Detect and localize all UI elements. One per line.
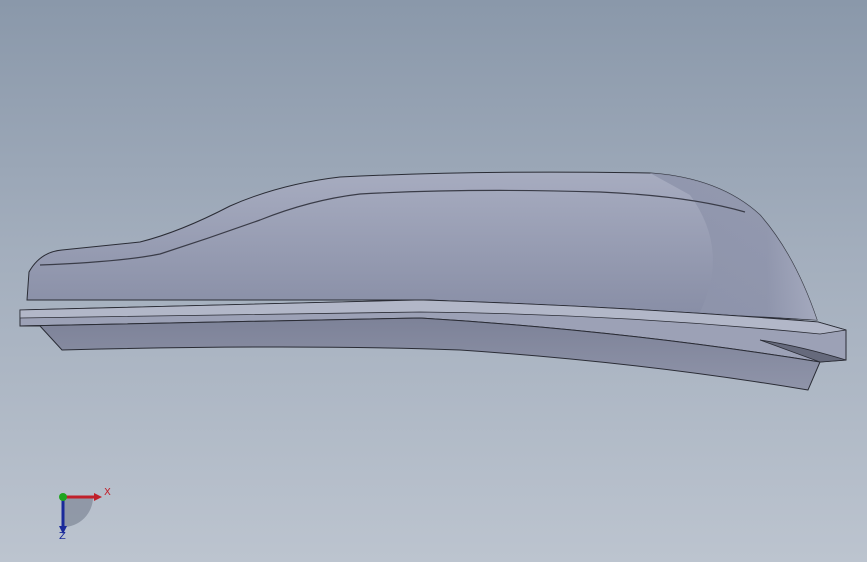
x-axis-label: X: [104, 487, 111, 498]
graphics-viewport[interactable]: X Z: [0, 0, 867, 562]
3d-part-model[interactable]: [0, 0, 867, 562]
z-axis-label: Z: [59, 531, 66, 542]
axis-triad: X Z: [50, 484, 120, 544]
